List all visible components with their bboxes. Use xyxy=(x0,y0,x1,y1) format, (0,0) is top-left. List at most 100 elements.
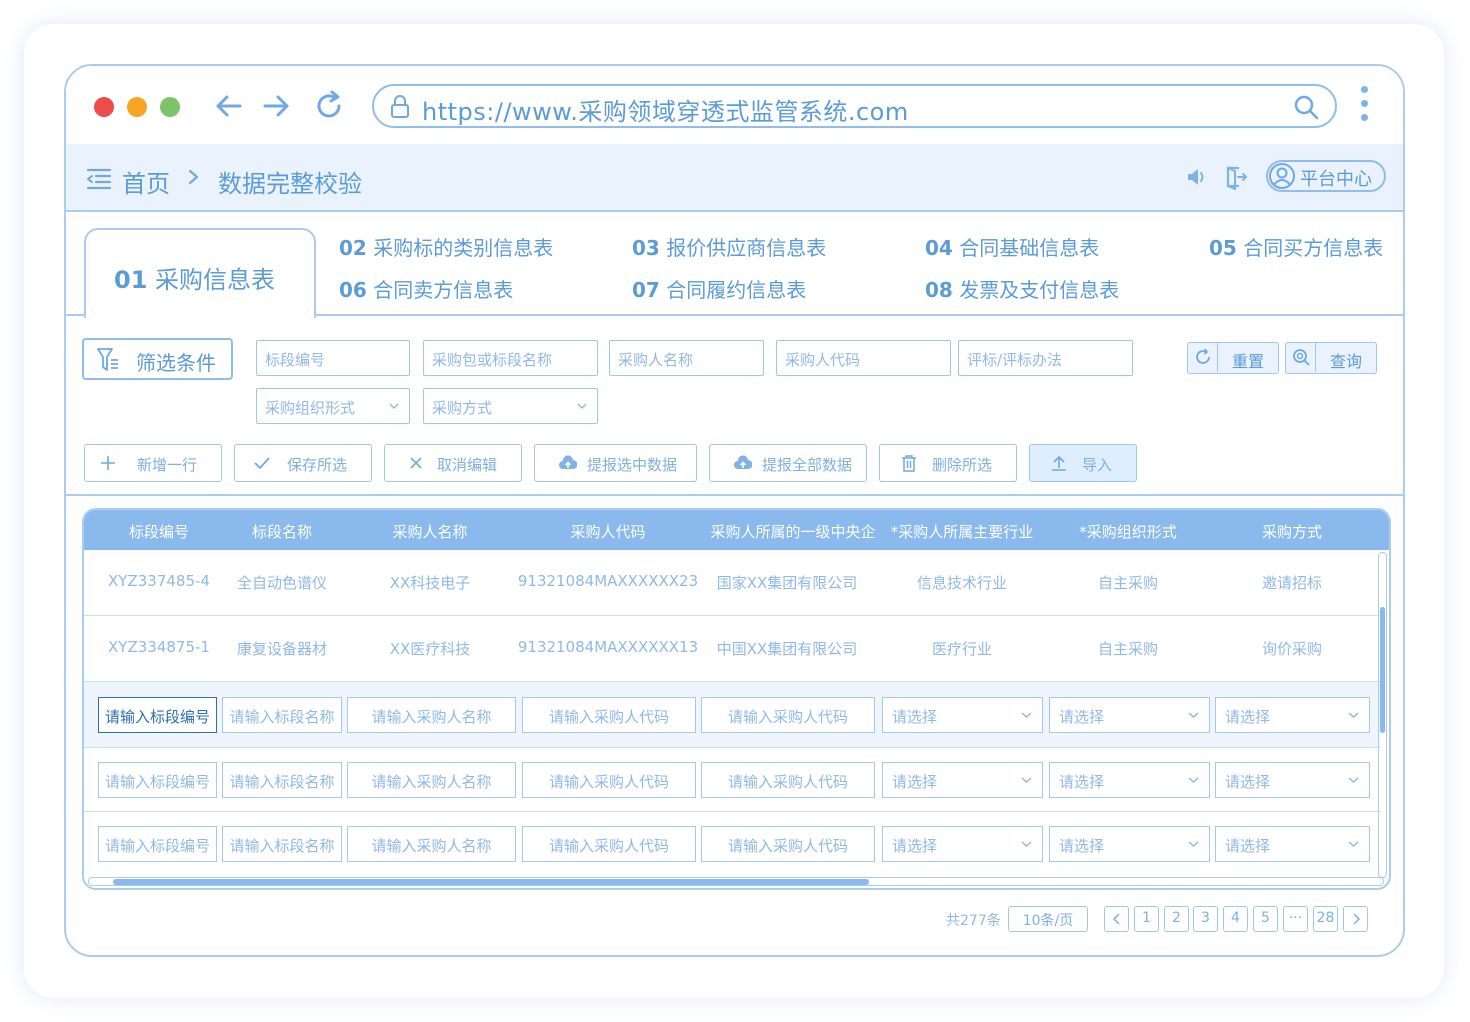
vertical-scrollbar[interactable] xyxy=(1378,552,1387,878)
reset-button[interactable]: 重置 xyxy=(1187,342,1279,374)
filter-procurement-method-select[interactable]: 采购方式 xyxy=(423,388,598,424)
tab-01[interactable]: 01 采购信息表 xyxy=(84,228,316,318)
cancel-edit-button[interactable]: 取消编辑 xyxy=(384,444,522,482)
procurement-method-select[interactable]: 请选择 xyxy=(1215,826,1370,862)
table-row[interactable]: XYZ337485-4 全自动色谱仪 XX科技电子 91321084MAXXXX… xyxy=(84,550,1380,616)
procurement-method-select[interactable]: 请选择 xyxy=(1215,762,1370,798)
org-form-select[interactable]: 请选择 xyxy=(1049,826,1210,862)
purchaser-name-input[interactable]: 请输入采购人名称 xyxy=(347,826,516,862)
horizontal-scrollbar[interactable] xyxy=(88,877,1384,886)
filter-segment-code-input[interactable]: 标段编号 xyxy=(256,340,410,376)
segment-code-input[interactable]: 请输入标段编号 xyxy=(98,762,217,798)
more-menu-icon[interactable] xyxy=(1354,86,1374,126)
segment-name-input[interactable]: 请输入标段名称 xyxy=(222,697,342,733)
lock-icon xyxy=(391,95,409,118)
central-enterprise-input[interactable]: 请输入采购人代码 xyxy=(701,826,875,862)
purchaser-name-input[interactable]: 请输入采购人名称 xyxy=(347,762,516,798)
filter-package-name-input[interactable]: 采购包或标段名称 xyxy=(423,340,598,376)
page-button[interactable]: 28 xyxy=(1313,906,1338,932)
purchaser-code-input[interactable]: 请输入采购人代码 xyxy=(522,762,696,798)
data-table: 标段编号 标段名称 采购人名称 采购人代码 采购人所属的一级中央企 *采购人所属… xyxy=(82,508,1391,890)
org-form-select[interactable]: 请选择 xyxy=(1049,762,1210,798)
tab-05[interactable]: 05 合同买方信息表 xyxy=(1209,232,1383,261)
purchaser-code-input[interactable]: 请输入采购人代码 xyxy=(522,697,696,733)
column-header[interactable]: *采购组织形式 xyxy=(1079,521,1177,542)
segment-code-input[interactable]: 请输入标段编号 xyxy=(98,697,217,733)
menu-fold-icon[interactable] xyxy=(86,168,112,190)
filter-org-form-select[interactable]: 采购组织形式 xyxy=(256,388,410,424)
segment-code-input[interactable]: 请输入标段编号 xyxy=(98,826,217,862)
breadcrumb-current: 数据完整校验 xyxy=(218,170,362,198)
central-enterprise-input[interactable]: 请输入采购人代码 xyxy=(701,762,875,798)
procurement-method-select[interactable]: 请选择 xyxy=(1215,697,1370,733)
column-header[interactable]: 采购人代码 xyxy=(570,521,645,542)
platform-center-button[interactable]: 平台中心 xyxy=(1266,160,1386,192)
tab-02[interactable]: 02 采购标的类别信息表 xyxy=(339,232,553,261)
org-form-select[interactable]: 请选择 xyxy=(1049,697,1210,733)
horizontal-scroll-thumb[interactable] xyxy=(113,879,869,885)
add-row-button[interactable]: 新增一行 xyxy=(84,444,222,482)
central-enterprise-input[interactable]: 请输入采购人代码 xyxy=(701,697,875,733)
page-size-select[interactable]: 10条/页 xyxy=(1008,906,1088,932)
page-button[interactable]: 5 xyxy=(1253,906,1278,932)
filter-conditions-button[interactable]: 筛选条件 xyxy=(82,338,233,380)
breadcrumb-home[interactable]: 首页 xyxy=(122,164,170,199)
tab-06[interactable]: 06 合同卖方信息表 xyxy=(339,274,513,303)
speaker-icon[interactable] xyxy=(1186,166,1208,188)
submit-all-button[interactable]: 提报全部数据 xyxy=(709,444,867,482)
purchaser-name-input[interactable]: 请输入采购人名称 xyxy=(347,697,516,733)
industry-select[interactable]: 请选择 xyxy=(882,826,1043,862)
column-header[interactable]: 采购方式 xyxy=(1262,521,1322,542)
page-ellipsis[interactable]: ··· xyxy=(1283,906,1308,932)
search-icon xyxy=(1293,349,1310,366)
import-button[interactable]: 导入 xyxy=(1029,444,1137,482)
next-page-button[interactable] xyxy=(1343,906,1368,932)
logout-icon[interactable] xyxy=(1224,164,1248,190)
table-cell: 邀请招标 xyxy=(1261,574,1323,592)
column-header[interactable]: 标段名称 xyxy=(252,521,312,542)
browser-window: https://www.采购领域穿透式监管系统.com 首页 数据完整校验 平台… xyxy=(64,64,1405,957)
table-cell: XYZ334875-1 xyxy=(108,638,210,656)
minimize-window-dot[interactable] xyxy=(127,97,147,117)
table-row[interactable]: XYZ334875-1 康复设备器材 XX医疗科技 91321084MAXXXX… xyxy=(84,616,1380,682)
back-arrow-icon[interactable] xyxy=(212,88,246,124)
table-cell: 自主采购 xyxy=(1097,574,1159,592)
page-button[interactable]: 1 xyxy=(1134,906,1159,932)
table-header: 标段编号 标段名称 采购人名称 采购人代码 采购人所属的一级中央企 *采购人所属… xyxy=(84,510,1389,550)
segment-name-input[interactable]: 请输入标段名称 xyxy=(222,762,342,798)
page-button[interactable]: 3 xyxy=(1193,906,1218,932)
table-tabs: 01 采购信息表 02 采购标的类别信息表 03 报价供应商信息表 04 合同基… xyxy=(66,212,1403,318)
page-button[interactable]: 4 xyxy=(1223,906,1248,932)
submit-selected-button[interactable]: 提报选中数据 xyxy=(534,444,697,482)
close-window-dot[interactable] xyxy=(94,97,114,117)
address-bar[interactable]: https://www.采购领域穿透式监管系统.com xyxy=(372,84,1337,128)
query-button[interactable]: 查询 xyxy=(1285,342,1377,374)
divider xyxy=(66,494,1403,496)
purchaser-code-input[interactable]: 请输入采购人代码 xyxy=(522,826,696,862)
delete-selected-button[interactable]: 删除所选 xyxy=(879,444,1017,482)
forward-arrow-icon[interactable] xyxy=(259,88,293,124)
column-header[interactable]: 采购人名称 xyxy=(392,521,467,542)
search-icon[interactable] xyxy=(1293,94,1319,120)
refresh-icon[interactable] xyxy=(312,88,346,124)
industry-select[interactable]: 请选择 xyxy=(882,762,1043,798)
tab-04[interactable]: 04 合同基础信息表 xyxy=(925,232,1099,261)
industry-select[interactable]: 请选择 xyxy=(882,697,1043,733)
reset-icon xyxy=(1196,348,1210,364)
segment-name-input[interactable]: 请输入标段名称 xyxy=(222,826,342,862)
save-selected-button[interactable]: 保存所选 xyxy=(234,444,372,482)
tab-03[interactable]: 03 报价供应商信息表 xyxy=(632,232,826,261)
filter-purchaser-code-input[interactable]: 采购人代码 xyxy=(776,340,951,376)
filter-evaluation-method-input[interactable]: 评标/评标办法 xyxy=(958,340,1133,376)
prev-page-button[interactable] xyxy=(1104,906,1129,932)
tab-07[interactable]: 07 合同履约信息表 xyxy=(632,274,806,303)
column-header[interactable]: *采购人所属主要行业 xyxy=(891,521,1034,542)
chevron-down-icon xyxy=(1188,712,1199,719)
column-header[interactable]: 标段编号 xyxy=(129,521,189,542)
vertical-scroll-thumb[interactable] xyxy=(1380,607,1385,733)
tab-08[interactable]: 08 发票及支付信息表 xyxy=(925,274,1119,303)
column-header[interactable]: 采购人所属的一级中央企 xyxy=(710,521,875,542)
maximize-window-dot[interactable] xyxy=(160,97,180,117)
page-button[interactable]: 2 xyxy=(1164,906,1189,932)
filter-purchaser-name-input[interactable]: 采购人名称 xyxy=(609,340,764,376)
